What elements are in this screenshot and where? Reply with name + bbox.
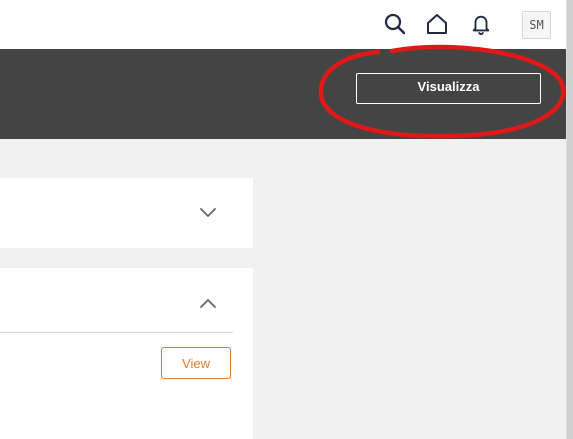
visualizza-button[interactable]: Visualizza (356, 73, 541, 104)
section-divider (0, 332, 233, 333)
view-button-label: View (182, 355, 210, 371)
avatar-initials: SM (529, 18, 544, 32)
bell-icon[interactable] (468, 11, 494, 37)
top-navbar: SM (0, 0, 566, 49)
home-icon[interactable] (424, 11, 450, 37)
visualizza-button-label: Visualizza (417, 79, 480, 94)
view-button[interactable]: View (161, 347, 231, 379)
chevron-down-icon[interactable] (198, 202, 218, 222)
scrollbar-thumb[interactable] (567, 0, 573, 439)
avatar[interactable]: SM (522, 11, 551, 39)
chevron-up-icon[interactable] (198, 293, 218, 313)
page-banner: Visualizza (0, 49, 566, 139)
search-icon[interactable] (382, 11, 408, 37)
